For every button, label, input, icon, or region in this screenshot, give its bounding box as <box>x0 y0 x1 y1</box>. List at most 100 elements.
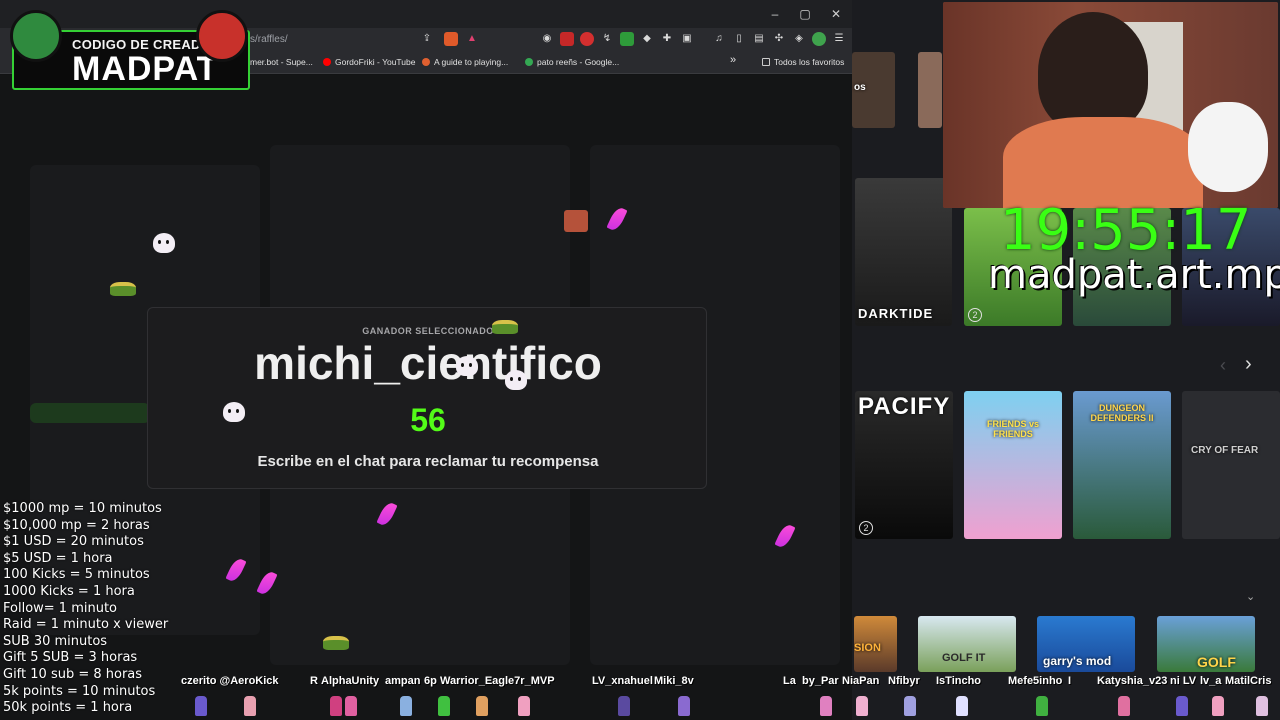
avatar-sprite <box>820 696 832 716</box>
bookmark-label: Todos los favoritos <box>774 57 845 67</box>
game-tile-dungeon-defenders[interactable]: DUNGEON DEFENDERS II <box>1073 391 1171 539</box>
price-line: $1 USD = 20 minutos <box>3 534 144 550</box>
drive-icon <box>525 58 533 66</box>
creator-code-name: MADPAT <box>72 50 219 88</box>
game-caption: FRIENDS vs FRIENDS <box>986 419 1039 439</box>
bookmark-google-drive[interactable]: pato reeñs - Google... <box>525 57 619 67</box>
sidebar-icon[interactable]: ▯ <box>732 32 746 46</box>
stream-screen: – ▢ ✕ s/raffles/ ⇪ ▲ ◉ ↯ ◆ ✚ ▣ ♫ ▯ ▤ ✣ ◈… <box>0 0 1280 720</box>
game-tile-garrys-mod[interactable]: garry's mod <box>1037 616 1135 672</box>
pinterest-icon[interactable] <box>580 32 594 46</box>
extension-arrow-icon[interactable]: ↯ <box>600 32 614 46</box>
ticker-username: LV_xnahuel <box>592 675 653 687</box>
face-emote-icon <box>564 210 588 232</box>
vpn-icon[interactable]: ◈ <box>792 32 806 46</box>
extension-red-icon[interactable] <box>560 32 574 46</box>
game-tile-partial[interactable] <box>918 52 942 128</box>
faded-start-button <box>30 403 150 423</box>
wallet-icon[interactable]: ▤ <box>752 32 766 46</box>
brave-shield-icon[interactable] <box>444 32 458 46</box>
ghost-emote-icon <box>223 402 245 422</box>
extension-cross-icon[interactable]: ✚ <box>660 32 674 46</box>
game-caption: SION <box>854 642 881 654</box>
bookmark-gordofriki[interactable]: GordoFriki - YouTube <box>323 57 415 67</box>
browser-window: – ▢ ✕ s/raffles/ ⇪ ▲ ◉ ↯ ◆ ✚ ▣ ♫ ▯ ▤ ✣ ◈… <box>0 0 852 720</box>
price-line: Gift 5 SUB = 3 horas <box>3 650 138 666</box>
copies-badge: 2 <box>968 308 982 322</box>
avatar-sprite <box>618 696 630 716</box>
game-tile-friends-vs-friends[interactable]: FRIENDS vs FRIENDS <box>964 391 1062 539</box>
avatar-sprite <box>1176 696 1188 716</box>
streamer-head <box>1038 12 1148 132</box>
winner-label: GANADOR SELECCIONADO <box>362 326 494 336</box>
webcam-feed <box>943 2 1278 208</box>
game-tile-darktide[interactable]: DARKTIDE <box>855 178 952 326</box>
price-line: $10,000 mp = 2 horas <box>3 517 150 533</box>
extensions-icon[interactable]: ✣ <box>772 32 786 46</box>
price-line: $5 USD = 1 hora <box>3 550 113 566</box>
bookmark-guide[interactable]: A guide to playing... <box>422 57 508 67</box>
ticker-username: Warrior_Eagle7r_MVP <box>440 675 555 687</box>
game-tile-pacify[interactable]: PACIFY 2 <box>855 391 953 539</box>
ticker-username: by_Par <box>802 675 839 687</box>
game-caption: DUNGEON DEFENDERS II <box>1090 403 1154 423</box>
ticker-username: La <box>783 675 796 687</box>
profile-icon[interactable] <box>812 32 826 46</box>
cat-mascot-icon <box>1188 102 1268 192</box>
avatar-sprite <box>476 696 488 716</box>
price-line: Raid = 1 minuto x viewer <box>3 617 169 633</box>
ghost-emote-icon <box>456 356 478 376</box>
extension-globe-icon[interactable]: ◉ <box>540 32 554 46</box>
game-tile-cry-of-fear[interactable]: CRY OF FEAR <box>1182 391 1280 539</box>
game-caption: garry's mod <box>1043 654 1112 668</box>
extension-green-icon[interactable] <box>620 32 634 46</box>
minimize-button[interactable]: – <box>760 5 790 23</box>
frog-emote-icon <box>323 636 349 650</box>
avatar-sprite <box>400 696 412 716</box>
game-tile-golf-it-2[interactable]: GOLF IT <box>918 616 1016 672</box>
copies-badge: 2 <box>859 521 873 535</box>
game-caption: DARKTIDE <box>858 306 934 321</box>
media-icon[interactable]: ♫ <box>712 32 726 46</box>
all-bookmarks[interactable]: Todos los favoritos <box>762 57 844 67</box>
game-tile-partial[interactable]: SION <box>854 616 897 672</box>
bookmark-superbot[interactable]: mer.bot - Supe... <box>250 57 313 67</box>
bookmark-label: GordoFriki - YouTube <box>335 57 416 67</box>
avatar-sprite <box>244 696 256 716</box>
bookmark-label: pato reeñs - Google... <box>537 57 620 67</box>
game-tile-partial[interactable]: os <box>852 52 895 128</box>
ticker-username: Nfibyr <box>888 675 920 687</box>
ticker-username: AlphaUnity <box>321 675 380 687</box>
ticker-username: IsTincho <box>936 675 982 687</box>
carousel-next-icon[interactable]: › <box>1245 353 1252 376</box>
game-caption: GOLF IT <box>942 652 986 664</box>
avatar-sprite <box>678 696 690 716</box>
close-window-button[interactable]: ✕ <box>821 5 851 23</box>
avatar-sprite <box>195 696 207 716</box>
ticker-username: ampan <box>385 675 421 687</box>
stream-handle: madpat.art.mp <box>988 252 1280 298</box>
mascot-right-icon <box>196 10 248 62</box>
ticker-username: MatilCris <box>1225 675 1272 687</box>
carousel-prev-icon[interactable]: ‹ <box>1220 355 1226 376</box>
ticker-username: lv_a <box>1200 675 1222 687</box>
share-icon[interactable]: ⇪ <box>420 32 434 46</box>
game-tile-golf[interactable]: GOLF <box>1157 616 1255 672</box>
ticker-username: Miki_8v <box>654 675 694 687</box>
bookmarks-overflow-icon[interactable]: » <box>730 54 736 66</box>
site-icon <box>422 58 430 66</box>
maximize-button[interactable]: ▢ <box>790 5 820 23</box>
avatar-sprite <box>1256 696 1268 716</box>
price-line: 1000 Kicks = 1 hora <box>3 583 135 599</box>
ticker-username: R <box>310 675 318 687</box>
rewards-icon[interactable]: ▲ <box>465 32 479 46</box>
avatar-sprite <box>330 696 342 716</box>
ticker-username: NiaPan <box>842 675 880 687</box>
ticker-username: I <box>1068 675 1072 687</box>
avatar-sprite <box>904 696 916 716</box>
scroll-down-icon[interactable]: ⌄ <box>1246 590 1255 603</box>
extension-diamond-icon[interactable]: ◆ <box>640 32 654 46</box>
extension-box-icon[interactable]: ▣ <box>680 32 694 46</box>
ticker-username: 6p <box>424 675 437 687</box>
menu-icon[interactable]: ☰ <box>832 32 846 46</box>
